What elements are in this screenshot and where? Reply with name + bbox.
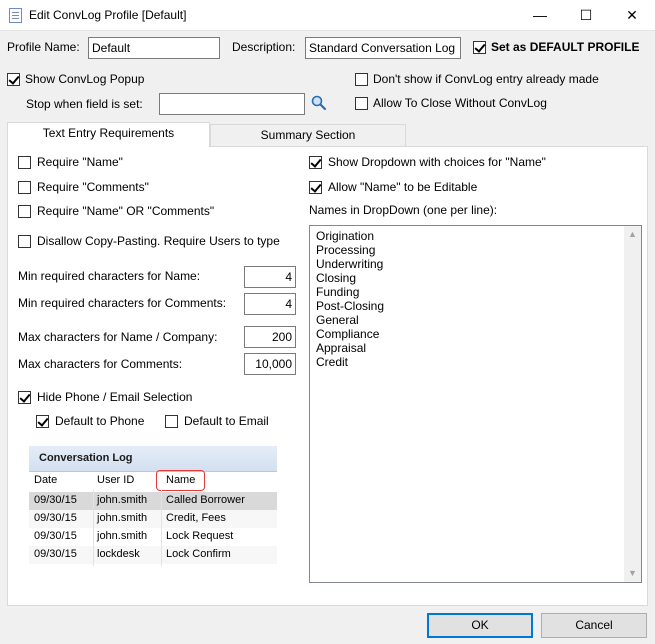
min-comments-input[interactable]: 4 [244,293,296,315]
profile-name-label: Profile Name: [7,40,80,54]
max-name-label: Max characters for Name / Company: [18,330,218,344]
maximize-button[interactable]: ☐ [563,0,609,31]
description-label: Description: [232,40,296,54]
default-email-checkbox[interactable] [165,415,178,428]
show-popup-label: Show ConvLog Popup [25,72,145,86]
tab-summary[interactable]: Summary Section [210,124,406,146]
default-phone-label: Default to Phone [55,414,145,428]
require-comments-label: Require "Comments" [37,180,149,194]
table-cell: 09/30/15 [34,512,77,524]
table-cell: john.smith [97,530,148,542]
table-cell: Lock Confirm [166,548,231,560]
close-button[interactable]: ✕ [609,0,655,31]
convlog-preview-title: Conversation Log [39,452,133,464]
show-dropdown-checkbox[interactable] [309,156,322,169]
column-divider [161,490,162,566]
names-dropdown-label: Names in DropDown (one per line): [309,203,498,217]
max-comments-input[interactable]: 10,000 [244,353,296,375]
list-item: Credit [316,355,349,369]
column-header-date: Date [34,474,58,486]
profile-name-input[interactable]: Default [88,37,220,59]
default-profile-label: Set as DEFAULT PROFILE [491,40,640,54]
list-item: General [316,313,359,327]
list-item: Origination [316,229,375,243]
list-item: Compliance [316,327,380,341]
hide-phone-label: Hide Phone / Email Selection [37,390,193,404]
stop-field-input[interactable] [159,93,305,115]
dont-show-checkbox[interactable] [355,73,368,86]
require-either-checkbox[interactable] [18,205,31,218]
list-item: Funding [316,285,360,299]
require-name-checkbox[interactable] [18,156,31,169]
require-name-label: Require "Name" [37,155,123,169]
default-email-label: Default to Email [184,414,269,428]
allow-editable-label: Allow "Name" to be Editable [328,180,478,194]
column-header-user-id: User ID [97,474,135,486]
min-comments-label: Min required characters for Comments: [18,296,227,310]
allow-close-checkbox[interactable] [355,97,368,110]
search-icon[interactable] [311,95,327,111]
table-row: 09/30/15 john.smith Lock Request [29,528,277,546]
show-dropdown-label: Show Dropdown with choices for "Name" [328,155,546,169]
names-listbox[interactable]: Origination Processing Underwriting Clos… [309,225,642,583]
description-input[interactable]: Standard Conversation Log [305,37,461,59]
minimize-button[interactable]: — [517,0,563,31]
column-divider [93,490,94,566]
min-name-label: Min required characters for Name: [18,269,201,283]
table-cell: lockdesk [97,548,140,560]
table-cell: john.smith [97,494,148,506]
convlog-preview: Conversation Log Date User ID Name 09/30… [29,446,277,566]
dont-show-label: Don't show if ConvLog entry already made [373,72,599,86]
table-cell: Credit, Fees [166,512,226,524]
max-comments-label: Max characters for Comments: [18,357,183,371]
table-cell: Called Borrower [166,494,245,506]
cancel-button[interactable]: Cancel [541,613,647,638]
title-bar: Edit ConvLog Profile [Default] — ☐ ✕ [0,0,655,31]
hide-phone-checkbox[interactable] [18,391,31,404]
show-popup-checkbox[interactable] [7,73,20,86]
table-row: 09/30/15 john.smith Called Borrower [29,492,277,510]
default-phone-checkbox[interactable] [36,415,49,428]
max-name-input[interactable]: 200 [244,326,296,348]
min-name-input[interactable]: 4 [244,266,296,288]
allow-editable-checkbox[interactable] [309,181,322,194]
name-column-highlight [156,470,205,491]
list-item: Processing [316,243,376,257]
scroll-up-icon[interactable]: ▲ [624,226,641,243]
listbox-scrollbar[interactable]: ▲ ▼ [624,226,641,582]
table-cell: john.smith [97,512,148,524]
table-cell: Lock Request [166,530,234,542]
list-item: Appraisal [316,341,367,355]
tab-text-entry[interactable]: Text Entry Requirements [7,122,210,147]
scroll-down-icon[interactable]: ▼ [624,565,641,582]
require-either-label: Require "Name" OR "Comments" [37,204,215,218]
table-row: 09/30/15 lockdesk Lock Confirm [29,546,277,564]
table-row: 09/30/15 john.smith Credit, Fees [29,510,277,528]
table-cell: 09/30/15 [34,548,77,560]
table-cell: 09/30/15 [34,530,77,542]
list-item: Post-Closing [316,299,385,313]
table-cell: 09/30/15 [34,494,77,506]
app-icon [9,8,22,23]
require-comments-checkbox[interactable] [18,181,31,194]
default-profile-checkbox[interactable] [473,41,486,54]
window-title: Edit ConvLog Profile [Default] [29,8,187,22]
disallow-paste-label: Disallow Copy-Pasting. Require Users to … [37,234,280,248]
list-item: Underwriting [316,257,384,271]
list-item: Closing [316,271,357,285]
allow-close-label: Allow To Close Without ConvLog [373,96,547,110]
convlog-preview-header: Conversation Log [29,446,277,472]
ok-button[interactable]: OK [427,613,533,638]
disallow-paste-checkbox[interactable] [18,235,31,248]
stop-field-label: Stop when field is set: [26,97,143,111]
